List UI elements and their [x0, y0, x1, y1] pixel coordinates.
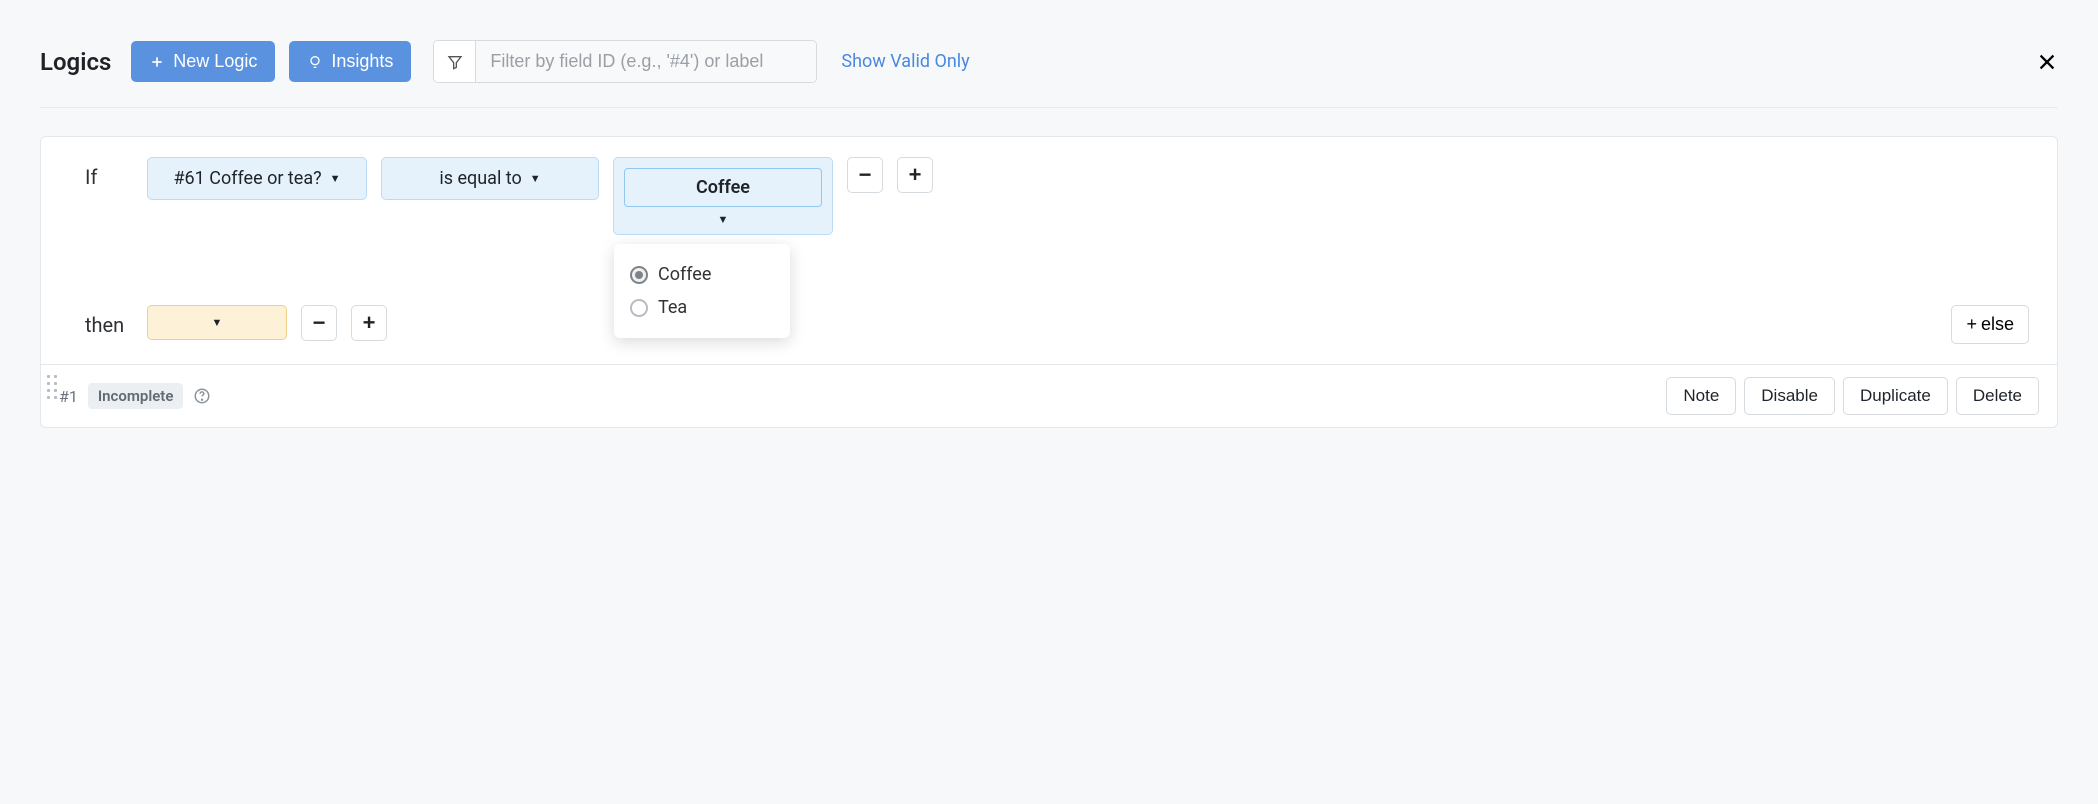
add-action-button[interactable]: +	[351, 305, 387, 341]
filter-input[interactable]	[476, 41, 816, 82]
logic-card: If #61 Coffee or tea? ▼ is equal to ▼ Co…	[40, 136, 2058, 428]
filter-wrap	[433, 40, 817, 83]
duplicate-button[interactable]: Duplicate	[1843, 377, 1948, 415]
caret-down-icon: ▼	[530, 172, 541, 185]
value-option[interactable]: Tea	[630, 291, 774, 324]
insights-label: Insights	[331, 51, 393, 72]
radio-icon	[630, 266, 648, 284]
radio-icon	[630, 299, 648, 317]
lightbulb-icon	[307, 54, 323, 70]
condition-operator-select[interactable]: is equal to ▼	[381, 157, 599, 200]
filter-icon[interactable]	[434, 41, 476, 82]
add-else-button[interactable]: + else	[1951, 305, 2029, 344]
drag-handle-icon[interactable]	[47, 375, 58, 400]
then-action-select[interactable]: ▼	[147, 305, 287, 340]
caret-down-icon: ▼	[212, 316, 223, 329]
new-logic-button[interactable]: New Logic	[131, 41, 275, 82]
plus-icon	[149, 54, 165, 70]
if-row: If #61 Coffee or tea? ▼ is equal to ▼ Co…	[41, 137, 2057, 245]
caret-down-icon: ▼	[330, 172, 341, 185]
condition-field-select[interactable]: #61 Coffee or tea? ▼	[147, 157, 367, 200]
then-label: then	[85, 305, 133, 337]
help-icon[interactable]	[193, 387, 211, 405]
caret-down-icon[interactable]: ▼	[718, 207, 729, 228]
condition-value-select[interactable]: Coffee ▼ Coffee Tea	[613, 157, 833, 235]
condition-value-label: Coffee	[624, 168, 822, 207]
value-options-dropdown: Coffee Tea	[614, 244, 790, 338]
plus-icon: +	[1966, 314, 1977, 335]
add-condition-button[interactable]: +	[897, 157, 933, 193]
if-label: If	[85, 157, 133, 189]
remove-action-button[interactable]: −	[301, 305, 337, 341]
disable-button[interactable]: Disable	[1744, 377, 1835, 415]
rule-id: #1	[59, 387, 78, 406]
then-row: then ▼ − + + else	[41, 245, 2057, 364]
insights-button[interactable]: Insights	[289, 41, 411, 82]
close-icon[interactable]	[2036, 51, 2058, 73]
card-footer: #1 Incomplete Note Disable Duplicate Del…	[41, 364, 2057, 427]
new-logic-label: New Logic	[173, 51, 257, 72]
condition-operator-label: is equal to	[439, 168, 521, 189]
value-option-label: Coffee	[658, 264, 711, 285]
show-valid-only-link[interactable]: Show Valid Only	[841, 51, 969, 72]
logics-header: Logics New Logic Insights Show Valid Onl…	[40, 40, 2058, 108]
condition-field-label: #61 Coffee or tea?	[173, 168, 321, 189]
delete-button[interactable]: Delete	[1956, 377, 2039, 415]
page-title: Logics	[40, 48, 111, 76]
else-label: else	[1981, 314, 2014, 335]
value-option-label: Tea	[658, 297, 687, 318]
remove-condition-button[interactable]: −	[847, 157, 883, 193]
status-badge: Incomplete	[88, 383, 184, 409]
footer-actions: Note Disable Duplicate Delete	[1666, 377, 2039, 415]
value-option[interactable]: Coffee	[630, 258, 774, 291]
note-button[interactable]: Note	[1666, 377, 1736, 415]
